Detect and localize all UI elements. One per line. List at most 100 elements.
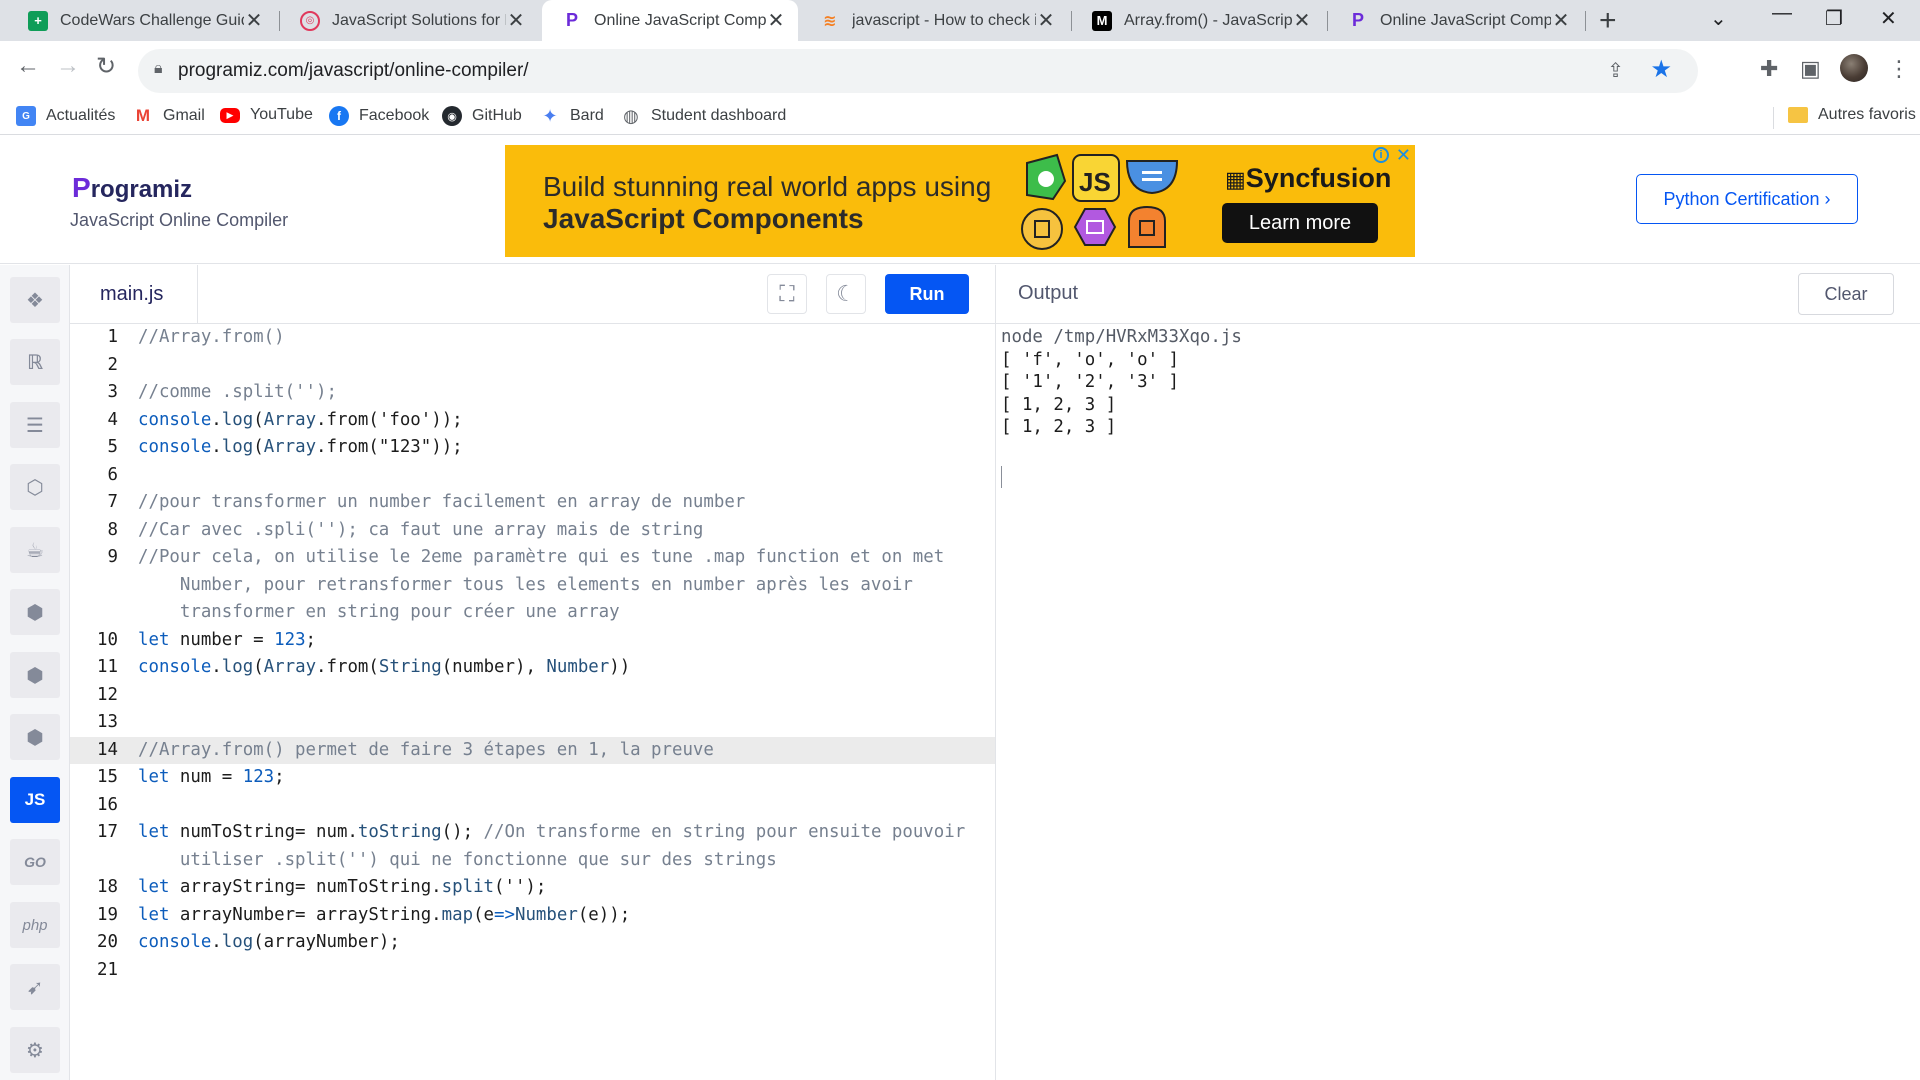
close-tab-icon[interactable]: ✕ bbox=[1036, 8, 1056, 33]
close-tab-icon[interactable]: ✕ bbox=[766, 8, 786, 33]
tab-search-chevron-icon[interactable]: ⌄ bbox=[1710, 6, 1727, 31]
forward-icon[interactable]: → bbox=[56, 52, 80, 80]
bookmark-item[interactable]: ◉ GitHub bbox=[442, 106, 522, 126]
extensions-icon[interactable]: ✚ bbox=[1760, 56, 1778, 82]
python-icon[interactable]: ❖ bbox=[10, 277, 60, 323]
output-console[interactable]: node /tmp/HVRxM33Xqo.js [ 'f', 'o', 'o' … bbox=[996, 324, 1920, 1080]
swift-icon[interactable]: ➹ bbox=[10, 964, 60, 1010]
programiz-logo[interactable]: Programiz bbox=[72, 172, 192, 204]
code-line[interactable]: 6 bbox=[70, 462, 995, 490]
java-icon[interactable]: ☕ bbox=[10, 527, 60, 573]
browser-tab[interactable]: + CodeWars Challenge Guide ✕ bbox=[8, 0, 276, 41]
code-line[interactable]: 4 console.log(Array.from('foo')); bbox=[70, 407, 995, 435]
dark-mode-moon-icon[interactable]: ☾ bbox=[826, 274, 866, 314]
go-icon[interactable]: GO bbox=[10, 839, 60, 885]
browser-tab-active[interactable]: P Online JavaScript Compiler ✕ bbox=[542, 0, 798, 41]
reload-icon[interactable]: ↻ bbox=[96, 52, 116, 81]
lock-icon[interactable]: 🔒︎ bbox=[154, 60, 163, 78]
other-bookmarks-folder[interactable]: Autres favoris bbox=[1788, 106, 1916, 124]
code-line[interactable]: utiliser .split('') qui ne fonctionne qu… bbox=[70, 847, 995, 875]
python-certification-button[interactable]: Python Certification › bbox=[1636, 174, 1858, 224]
restore-icon[interactable]: ❐ bbox=[1825, 6, 1843, 31]
code-line[interactable]: 7 //pour transformer un number facilement… bbox=[70, 489, 995, 517]
clear-button[interactable]: Clear bbox=[1798, 273, 1894, 315]
code-line[interactable]: 11 console.log(Array.from(String(number),… bbox=[70, 654, 995, 682]
new-tab-icon[interactable]: + bbox=[1599, 4, 1617, 38]
ad-info-icon[interactable]: i bbox=[1373, 147, 1389, 163]
code-line[interactable]: 17 let numToString= num.toString(); //On … bbox=[70, 819, 995, 847]
close-tab-icon[interactable]: ✕ bbox=[1551, 8, 1571, 33]
minimize-icon[interactable]: — bbox=[1772, 2, 1792, 25]
bookmark-item[interactable]: ◍ Student dashboard bbox=[621, 106, 786, 126]
cpp-icon[interactable]: ⬢ bbox=[10, 652, 60, 698]
bookmarks-divider bbox=[1773, 107, 1774, 129]
html5-icon[interactable]: ⬡ bbox=[10, 464, 60, 510]
text-cursor bbox=[1001, 466, 1002, 488]
code-line[interactable]: Number, pour retransformer tous les elem… bbox=[70, 572, 995, 600]
code-line[interactable]: 21 bbox=[70, 957, 995, 985]
news-icon: G bbox=[16, 106, 36, 126]
code-line[interactable]: 8 //Car avec .spli(''); ca faut une array… bbox=[70, 517, 995, 545]
bookmark-item[interactable]: f Facebook bbox=[329, 106, 429, 126]
php-icon[interactable]: php bbox=[10, 902, 60, 948]
line-number: 16 bbox=[97, 794, 118, 815]
code-line[interactable]: 1 //Array.from() bbox=[70, 324, 995, 352]
line-number: 8 bbox=[107, 519, 118, 540]
fullscreen-icon[interactable]: ⛶ bbox=[767, 274, 807, 314]
code-editor[interactable]: 1 //Array.from() 2 3 //comme .split(''); 4 con… bbox=[70, 324, 995, 1080]
close-window-icon[interactable]: ✕ bbox=[1880, 6, 1897, 31]
ad-banner[interactable]: Build stunning real world apps using Jav… bbox=[505, 145, 1415, 257]
file-tab-main-js[interactable]: main.js bbox=[70, 265, 198, 324]
line-number: 1 bbox=[107, 327, 118, 347]
globe-icon: ◍ bbox=[623, 105, 639, 126]
code-line[interactable]: 12 bbox=[70, 682, 995, 710]
browser-tab[interactable]: P Online JavaScript Compiler ✕ bbox=[1328, 0, 1583, 41]
csharp-icon[interactable]: ⬢ bbox=[10, 714, 60, 760]
c-lang-icon[interactable]: ⬢ bbox=[10, 589, 60, 635]
bard-icon: ✦ bbox=[542, 105, 558, 126]
code-line[interactable]: 15 let num = 123; bbox=[70, 764, 995, 792]
close-tab-icon[interactable]: ✕ bbox=[244, 8, 264, 33]
bookmark-item[interactable]: G Actualités bbox=[16, 106, 115, 126]
code-line[interactable]: 3 //comme .split(''); bbox=[70, 379, 995, 407]
close-tab-icon[interactable]: ✕ bbox=[1292, 8, 1312, 33]
bookmark-item[interactable]: ✦ Bard bbox=[540, 105, 603, 126]
code-line[interactable]: 14 //Array.from() permet de faire 3 étape… bbox=[70, 736, 995, 764]
rust-icon[interactable]: ⚙ bbox=[10, 1027, 60, 1073]
browser-tab-strip: + CodeWars Challenge Guide ✕ ◎ JavaScrip… bbox=[0, 0, 1920, 41]
code-text: console.log(Array.from('foo')); bbox=[138, 409, 463, 430]
bookmark-item[interactable]: M Gmail bbox=[133, 106, 205, 126]
back-icon[interactable]: ← bbox=[16, 52, 40, 80]
code-line[interactable]: transformer en string pour créer une arr… bbox=[70, 599, 995, 627]
code-line[interactable]: 9 //Pour cela, on utilise le 2eme paramèt… bbox=[70, 544, 995, 572]
code-line[interactable]: 5 console.log(Array.from("123")); bbox=[70, 434, 995, 462]
code-line[interactable]: 19 let arrayNumber= arrayString.map(e=>Nu… bbox=[70, 902, 995, 930]
address-bar[interactable]: 🔒︎ programiz.com/javascript/online-compi… bbox=[138, 49, 1698, 93]
url-text[interactable]: programiz.com/javascript/online-compiler… bbox=[178, 60, 529, 82]
line-number: 13 bbox=[97, 712, 118, 732]
ad-learn-more-button[interactable]: Learn more bbox=[1222, 203, 1378, 243]
code-line[interactable]: 16 bbox=[70, 792, 995, 820]
r-lang-icon[interactable]: ℝ bbox=[10, 339, 60, 385]
browser-tab[interactable]: M Array.from() - JavaScript | M ✕ bbox=[1072, 0, 1324, 41]
share-icon[interactable]: ⇪ bbox=[1607, 58, 1624, 83]
close-tab-icon[interactable]: ✕ bbox=[506, 8, 526, 33]
sql-database-icon[interactable]: ☰ bbox=[10, 402, 60, 448]
profile-avatar[interactable] bbox=[1840, 54, 1868, 82]
code-line[interactable]: 18 let arrayString= numToString.split('')… bbox=[70, 874, 995, 902]
run-button[interactable]: Run bbox=[885, 274, 969, 314]
code-line[interactable]: 10 let number = 123; bbox=[70, 627, 995, 655]
menu-icon[interactable]: ⋮ bbox=[1888, 56, 1910, 82]
side-panel-icon[interactable]: ▣ bbox=[1800, 56, 1821, 82]
code-line[interactable]: 13 bbox=[70, 709, 995, 737]
bookmark-star-icon[interactable]: ★ bbox=[1650, 55, 1672, 84]
browser-tab[interactable]: ◎ JavaScript Solutions for Ren ✕ bbox=[280, 0, 538, 41]
javascript-icon[interactable]: JS bbox=[10, 777, 60, 823]
code-line[interactable]: 20 console.log(arrayNumber); bbox=[70, 929, 995, 957]
output-header: Output Clear bbox=[996, 265, 1920, 324]
browser-tab[interactable]: ≋ javascript - How to check if ✕ bbox=[800, 0, 1068, 41]
bookmark-item[interactable]: ▶ YouTube bbox=[220, 106, 313, 124]
tab-title: JavaScript Solutions for Ren bbox=[332, 11, 506, 29]
code-line[interactable]: 2 bbox=[70, 352, 995, 380]
ad-close-icon[interactable]: ✕ bbox=[1396, 145, 1411, 166]
